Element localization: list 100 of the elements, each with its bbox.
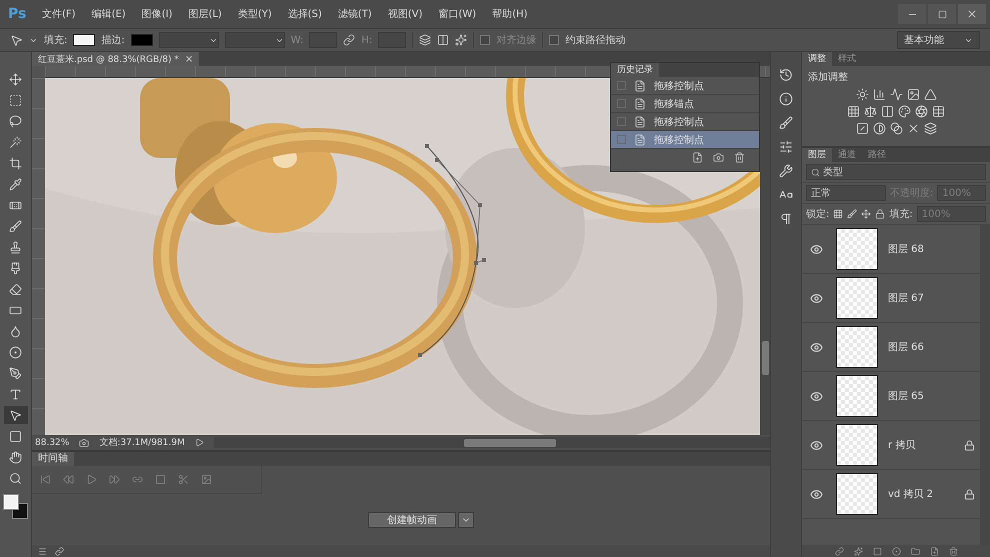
panel-button[interactable] — [779, 92, 793, 106]
history-item[interactable]: 拖移控制点 — [611, 131, 759, 149]
tool-button[interactable] — [4, 406, 28, 424]
menu-item[interactable]: 文件(F) — [34, 7, 84, 21]
close-button[interactable] — [958, 4, 986, 24]
checkbox[interactable] — [549, 35, 560, 45]
fill-swatch[interactable] — [73, 34, 96, 46]
adjustment-button[interactable] — [890, 88, 902, 101]
panel-tab[interactable]: 历史记录 — [611, 63, 659, 77]
adjustment-button[interactable] — [915, 105, 928, 118]
history-label: 拖移控制点 — [654, 116, 704, 128]
adjustment-button[interactable] — [856, 122, 868, 135]
fast-forward-icon — [109, 474, 120, 485]
layer-name: 图层 67 — [888, 292, 925, 305]
link-icon — [132, 474, 143, 485]
layer-thumbnail — [836, 473, 878, 515]
scale-icon — [864, 105, 877, 118]
tab-close[interactable]: × — [184, 54, 194, 64]
create-animation-button[interactable]: 创建帧动画 — [368, 512, 456, 528]
panel-button[interactable] — [779, 212, 793, 226]
layer-thumbnail — [836, 326, 878, 368]
new-document-icon — [692, 152, 703, 162]
eye-icon — [810, 390, 823, 402]
menu-item[interactable]: 类型(Y) — [230, 7, 280, 21]
info-icon — [779, 92, 793, 106]
blend-mode-dropdown[interactable]: 正常 — [806, 185, 886, 201]
adjustment-button[interactable] — [898, 105, 911, 118]
crop-tool-icon — [9, 156, 22, 170]
layer-name: 图层 65 — [888, 390, 925, 403]
adjustment-button[interactable] — [864, 105, 877, 118]
menu-item[interactable]: 帮助(H) — [484, 7, 536, 21]
document-tab[interactable]: 红豆薏米.psd @ 88.3%(RGB/8) * × — [32, 52, 200, 66]
menu-item[interactable]: 滤镜(T) — [330, 7, 380, 21]
panel-tab[interactable]: 图层 — [802, 148, 832, 162]
document-icon — [634, 80, 646, 92]
lock-position-icon — [861, 209, 872, 219]
panel-tab[interactable]: 时间轴 — [32, 452, 74, 466]
panel-tab[interactable]: 调整 — [802, 52, 832, 66]
zoom-level: 88.32% — [35, 438, 70, 448]
triangle-icon — [924, 88, 936, 101]
menu-item[interactable]: 图层(L) — [180, 7, 230, 21]
marquee-tool-icon — [9, 94, 22, 106]
adjustment-button[interactable] — [924, 122, 936, 135]
panel-tab[interactable]: 路径 — [862, 148, 892, 162]
folder-icon — [910, 546, 920, 556]
layer-row[interactable]: vd 拷贝 2 — [802, 470, 980, 519]
adjustment-button[interactable] — [856, 88, 868, 101]
panel-button[interactable] — [779, 140, 793, 154]
menu-item[interactable]: 编辑(E) — [84, 7, 134, 21]
layer-row[interactable]: r 拷贝 — [802, 421, 980, 470]
lock-paint-icon — [847, 209, 858, 219]
panel-button[interactable] — [779, 164, 793, 178]
filter-dropdown[interactable]: 类型 — [806, 164, 986, 180]
lock-icon — [875, 209, 886, 219]
link-icon — [55, 546, 64, 556]
tools-icon — [779, 164, 793, 178]
panel-button[interactable] — [779, 68, 793, 82]
layer-row[interactable]: 图层 68 — [802, 225, 980, 274]
type-tool-icon — [9, 388, 22, 400]
vertical-scrollbar[interactable] — [760, 78, 770, 435]
sliders-icon — [779, 140, 793, 154]
adjustment-button[interactable] — [932, 105, 945, 118]
new-layer-icon — [930, 546, 938, 556]
panel-button[interactable] — [779, 116, 793, 130]
history-icon — [779, 68, 793, 82]
panel-tab[interactable]: 通道 — [832, 148, 862, 162]
adjustment-button[interactable] — [890, 122, 902, 135]
panel-tab[interactable]: 样式 — [832, 52, 862, 66]
layer-row[interactable]: 图层 65 — [802, 372, 980, 421]
eraser-tool-icon — [9, 282, 22, 296]
circle-tool-icon — [9, 346, 22, 358]
adjustment-button[interactable] — [872, 122, 886, 135]
adjustment-button[interactable] — [881, 105, 894, 118]
columns-icon — [881, 105, 894, 118]
eye-icon — [810, 488, 823, 500]
layer-row[interactable]: 图层 67 — [802, 274, 980, 323]
maximize-button[interactable] — [928, 4, 956, 24]
layer-row[interactable]: 图层 66 — [802, 323, 980, 372]
color-swatches[interactable] — [2, 494, 28, 520]
menu-item[interactable]: 图像(I) — [134, 7, 180, 21]
adjustment-button[interactable] — [847, 105, 860, 118]
stroke-swatch[interactable] — [130, 34, 153, 46]
adjustment-button[interactable] — [906, 88, 920, 101]
horizontal-scrollbar[interactable] — [214, 437, 770, 448]
link-icon — [834, 546, 844, 556]
adjustment-button[interactable] — [872, 88, 886, 101]
layer-name: vd 拷贝 2 — [888, 488, 934, 501]
adjustment-button[interactable] — [924, 88, 936, 101]
layer-name: 图层 66 — [888, 341, 925, 354]
eye-icon — [810, 242, 823, 256]
contrast-icon — [872, 122, 886, 135]
workspace-dropdown[interactable]: 基本功能 — [897, 31, 980, 49]
menu-item[interactable]: 视图(V) — [380, 7, 430, 21]
move-tool-icon — [9, 72, 22, 86]
height-label: H: — [361, 34, 372, 46]
fill-label: 填充: — [44, 34, 68, 47]
bezier-path-drawing[interactable] — [418, 144, 486, 357]
menu-item[interactable]: 窗口(W) — [430, 7, 484, 21]
menu-item[interactable]: 选择(S) — [280, 7, 330, 21]
dropdown-button[interactable] — [458, 512, 474, 528]
